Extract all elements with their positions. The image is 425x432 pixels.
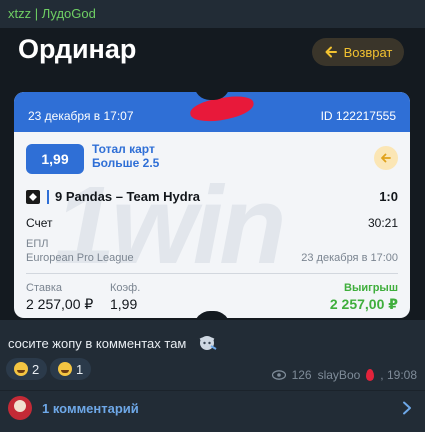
- grin-emoji-icon: [14, 362, 28, 376]
- channel-header[interactable]: xtzz | ЛудоGod: [8, 6, 96, 21]
- comments-label: 1 комментарий: [42, 401, 139, 416]
- ticket-date: 23 декабря в 17:07: [28, 109, 134, 123]
- dota-icon: [26, 190, 40, 204]
- message-meta: 126 slayBoo , 19:08: [271, 368, 417, 382]
- cat-emoji-icon: [199, 336, 217, 350]
- league-short: ЕПЛ: [26, 238, 49, 250]
- coef-value: 1,99: [110, 296, 138, 312]
- match-timer: 30:21: [367, 216, 398, 230]
- reaction-count: 2: [32, 361, 40, 377]
- match-row: 9 Pandas – Team Hydra 1:0: [26, 188, 398, 206]
- back-button-label: Возврат: [343, 44, 393, 60]
- collapse-button[interactable]: [374, 146, 398, 170]
- page-title: Ординар: [18, 34, 137, 64]
- arrow-left-icon: [381, 153, 391, 163]
- comments-button[interactable]: 1 комментарий: [0, 390, 425, 426]
- market-line-2: Больше 2.5: [92, 156, 160, 170]
- view-count: 126: [291, 368, 312, 382]
- reaction-grin[interactable]: 2: [6, 358, 48, 380]
- odds-badge: 1,99: [26, 144, 84, 174]
- message-caption: сосите жопу в комментах там: [8, 336, 187, 351]
- stake-value: 2 257,00 ₽: [26, 296, 94, 312]
- win-label: Выигрыш: [344, 282, 398, 294]
- stake-label: Ставка: [26, 282, 62, 294]
- author-signature: slayBoo: [317, 368, 361, 382]
- league-full: European Pro League: [26, 252, 134, 264]
- match-teams: 9 Pandas – Team Hydra: [55, 189, 200, 204]
- live-indicator: [47, 190, 49, 204]
- match-score: 1:0: [379, 189, 398, 204]
- avatar: [8, 396, 32, 420]
- coef-label: Коэф.: [110, 282, 141, 294]
- ticket-notch: [194, 311, 230, 318]
- bet-ticket: 1win 23 декабря в 17:07 ID 122217555 1,9…: [14, 92, 410, 318]
- chevron-right-icon: [403, 401, 411, 415]
- market-line-1: Тотал карт: [92, 142, 155, 156]
- arrow-left-icon: [325, 46, 337, 58]
- league-row: European Pro League 23 декабря в 17:00: [26, 252, 398, 264]
- flame-icon: [366, 369, 375, 381]
- match-date: 23 декабря в 17:00: [301, 252, 398, 264]
- message-time: , 19:08: [380, 368, 417, 382]
- ticket-id: ID 122217555: [320, 109, 396, 123]
- rofl-emoji-icon: [58, 362, 72, 376]
- market-name: Тотал карт Больше 2.5: [92, 142, 159, 170]
- eye-icon: [271, 370, 286, 380]
- win-value: 2 257,00 ₽: [329, 296, 398, 312]
- score-label: Счет: [26, 216, 53, 230]
- reaction-count: 1: [76, 361, 84, 377]
- score-row: Счет 30:21: [26, 216, 398, 230]
- reaction-rofl[interactable]: 1: [50, 358, 92, 380]
- bet-screenshot: Ординар Возврат 1win 23 декабря в 17:07 …: [0, 28, 425, 320]
- back-button[interactable]: Возврат: [312, 38, 404, 66]
- divider: [26, 273, 398, 274]
